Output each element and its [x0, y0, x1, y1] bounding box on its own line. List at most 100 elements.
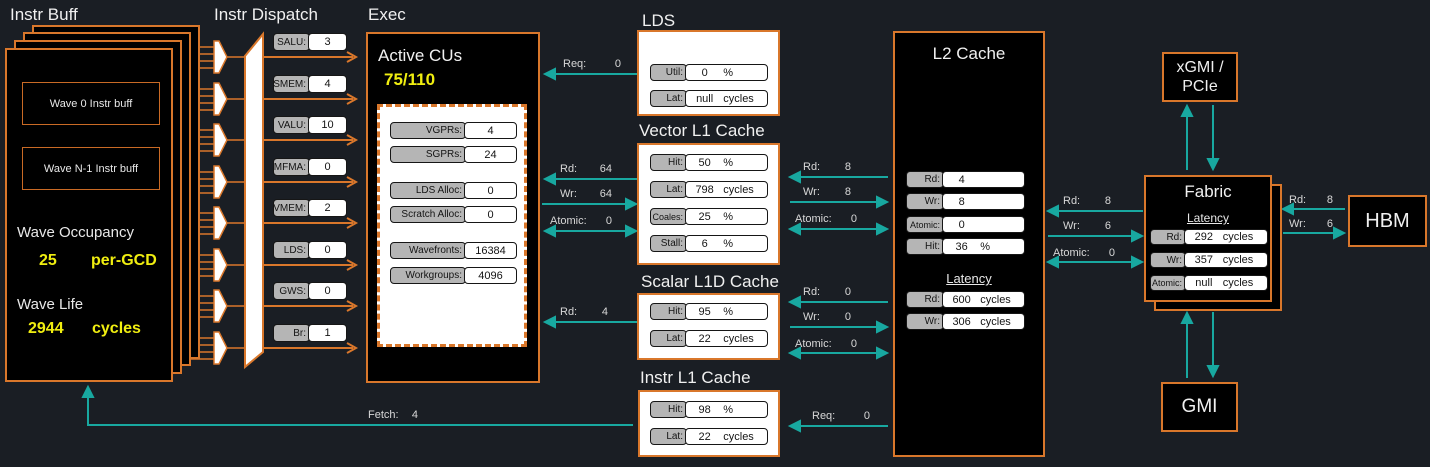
exec-row-scratch-alloc-label: Scratch Alloc: — [390, 206, 466, 223]
xgmi-pcie-label-line2: PCIe — [1182, 78, 1218, 95]
edge-fetch-label: Fetch: — [368, 409, 399, 421]
instr-buff-title: Instr Buff — [10, 5, 78, 24]
instr-l1-row-lat-label: Lat: — [650, 428, 687, 445]
fabric-row-atomic-unit: cycles — [1222, 277, 1254, 289]
l2-row-hit-value: 36 — [955, 240, 968, 253]
l2-latency-row-rd-label: Rd: — [906, 291, 944, 308]
edge-vl1-l2-atomic-label: Atomic: — [795, 213, 832, 225]
vector-l1-row-lat-label: Lat: — [650, 181, 687, 198]
dispatch-row-valu-value: 10 — [308, 116, 347, 134]
fabric-row-atomic-value: null — [1195, 277, 1213, 289]
edge-vl1-l2-atomic: Atomic: 0 — [795, 213, 857, 225]
scalar-l1d-title: Scalar L1D Cache — [641, 272, 779, 291]
lds-row-lat: Lat: null cycles — [650, 90, 768, 107]
dispatch-crossbar-shape — [244, 31, 264, 370]
wave-occupancy-unit: per-GCD — [91, 252, 157, 269]
vector-l1-row-hit-unit: % — [723, 156, 734, 169]
hbm-label: HBM — [1365, 209, 1410, 232]
dispatch-row-br: Br: 1 — [273, 324, 347, 342]
edge-fabric-hbm-rd-label: Rd: — [1289, 194, 1307, 206]
vector-l1-title: Vector L1 Cache — [639, 121, 765, 140]
exec-row-sgprs-value: 24 — [464, 146, 517, 163]
l2-latency-row-wr-label: Wr: — [906, 313, 944, 330]
fabric-title: Fabric — [1184, 182, 1232, 201]
instr-l1-title: Instr L1 Cache — [640, 368, 751, 387]
exec-row-workgroups: Workgroups: 4096 — [390, 267, 517, 284]
scalar-l1d-row-lat-value: 22 — [698, 332, 711, 345]
scalar-l1d-row-hit-value: 95 — [698, 305, 711, 318]
dispatch-row-salu: SALU: 3 — [273, 33, 347, 51]
scalar-l1d-row-lat-valuebox: 22 cycles — [685, 330, 768, 347]
edge-fabric-hbm-wr-value: 6 — [1326, 218, 1333, 230]
vector-l1-row-coales-label: Coales: — [650, 208, 687, 225]
edge-il1-l2-req-value: 0 — [863, 410, 870, 422]
edge-l2-fabric-wr-value: 6 — [1104, 220, 1111, 232]
exec-row-sgprs: SGPRs: 24 — [390, 146, 517, 163]
scalar-l1d-row-lat-unit: cycles — [723, 332, 754, 345]
active-cus-label: Active CUs — [378, 46, 463, 65]
exec-row-vgprs-label: VGPRs: — [390, 122, 466, 139]
dispatch-row-gws: GWS: 0 — [273, 282, 347, 300]
l2-latency-row-rd-unit: cycles — [980, 293, 1011, 306]
lds-row-util-valuebox: 0 % — [685, 64, 768, 81]
scalar-l1d-row-hit-label: Hit: — [650, 303, 687, 320]
exec-row-vgprs: VGPRs: 4 — [390, 122, 517, 139]
edge-sl1-l2-wr-label: Wr: — [803, 311, 820, 323]
vector-l1-row-coales-unit: % — [723, 210, 734, 223]
l2-row-rd: Rd: 4 — [906, 171, 1025, 188]
l2-row-atomic-value: 0 — [958, 218, 965, 231]
edge-fetch: Fetch: 4 — [368, 409, 418, 421]
edge-exec-lds-req-label: Req: — [563, 58, 587, 70]
edge-exec-sl1-rd-label: Rd: — [560, 306, 578, 318]
dispatch-row-mfma-value: 0 — [308, 158, 347, 176]
vector-l1-row-coales: Coales: 25 % — [650, 208, 768, 225]
dispatch-row-valu-label: VALU: — [273, 116, 310, 134]
edge-sl1-l2-rd-label: Rd: — [803, 286, 821, 298]
edge-fabric-hbm-rd-value: 8 — [1326, 194, 1333, 206]
waveN-instr-buff-label: Wave N-1 Instr buff — [43, 162, 139, 175]
edge-vl1-l2-wr-label: Wr: — [803, 186, 820, 198]
instr-l1-row-lat-value: 22 — [698, 430, 711, 443]
edge-fabric-hbm-wr: Wr: 6 — [1289, 218, 1333, 230]
waveN-instr-buff-box: Wave N-1 Instr buff — [22, 147, 160, 190]
edge-exec-sl1-rd: Rd: 4 — [560, 306, 608, 318]
vector-l1-row-hit-value: 50 — [698, 156, 711, 169]
instr-l1-row-hit: Hit: 98 % — [650, 401, 768, 418]
edge-fabric-hbm-rd: Rd: 8 — [1289, 194, 1333, 206]
edge-l2-fabric-rd: Rd: 8 — [1063, 195, 1111, 207]
fabric-row-rd-label: Rd: — [1150, 229, 1186, 245]
l2-row-wr-value: 8 — [958, 195, 965, 208]
l2-row-wr-label: Wr: — [906, 193, 944, 210]
edge-exec-lds-req-value: 0 — [614, 58, 621, 70]
lds-row-util-unit: % — [723, 66, 734, 79]
exec-row-lds-alloc: LDS Alloc: 0 — [390, 182, 517, 199]
scalar-l1d-row-hit-unit: % — [723, 305, 734, 318]
dispatch-row-vmem-value: 2 — [308, 199, 347, 217]
edge-vl1-l2-rd-label: Rd: — [803, 161, 821, 173]
fabric-row-wr-value: 357 — [1194, 254, 1214, 266]
edge-vl1-l2-rd: Rd: 8 — [803, 161, 851, 173]
lds-row-util: Util: 0 % — [650, 64, 768, 81]
l2-row-rd-label: Rd: — [906, 171, 944, 188]
vector-l1-row-coales-valuebox: 25 % — [685, 208, 768, 225]
dispatch-row-valu: VALU: 10 — [273, 116, 347, 134]
fabric-row-rd-value: 292 — [1194, 231, 1214, 243]
l2-row-atomic-label: Atomic: — [906, 216, 944, 233]
wave-life-value: 2944 — [28, 320, 64, 337]
wave0-instr-buff-label: Wave 0 Instr buff — [49, 97, 133, 110]
edge-exec-vl1-atomic-label: Atomic: — [550, 215, 587, 227]
vector-l1-row-coales-value: 25 — [698, 210, 711, 223]
fabric-latency-heading: Latency — [1186, 211, 1230, 225]
fabric-row-rd: Rd: 292 cycles — [1150, 229, 1268, 245]
dispatch-row-gws-value: 0 — [308, 282, 347, 300]
edge-l2-fabric-atomic-value: 0 — [1108, 247, 1115, 259]
l2-row-rd-value: 4 — [958, 173, 965, 186]
vector-l1-row-hit-valuebox: 50 % — [685, 154, 768, 171]
dispatch-row-gws-label: GWS: — [273, 282, 310, 300]
exec-row-vgprs-value: 4 — [464, 122, 517, 139]
fabric-row-rd-valuebox: 292 cycles — [1184, 229, 1268, 245]
scalar-l1d-row-lat-label: Lat: — [650, 330, 687, 347]
l2-latency-row-rd-value: 600 — [952, 293, 971, 306]
edge-sl1-l2-wr: Wr: 0 — [803, 311, 851, 323]
wave-occupancy-label: Wave Occupancy — [17, 224, 134, 241]
